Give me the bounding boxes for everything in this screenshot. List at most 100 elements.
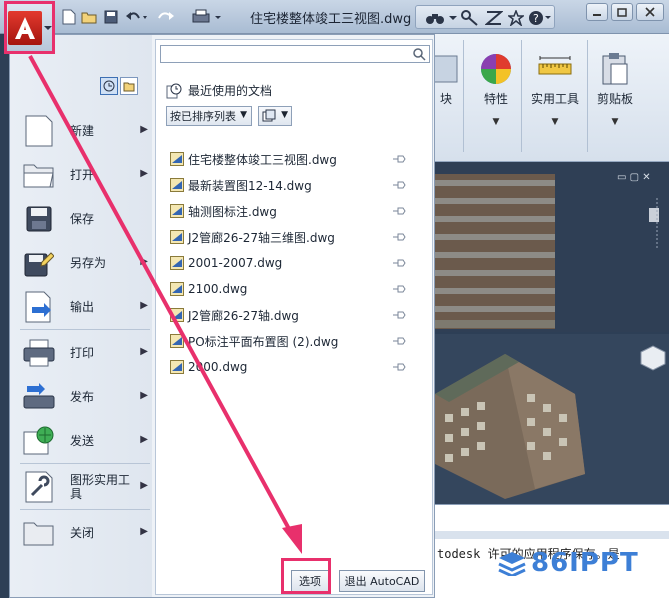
- exchange-icon[interactable]: [484, 9, 504, 27]
- chevron-down-icon[interactable]: ▼: [552, 117, 559, 127]
- recent-file-item[interactable]: J2管廊26-27轴三维图.dwg: [170, 224, 420, 250]
- chevron-down-icon[interactable]: ▼: [493, 117, 500, 127]
- menu-item-export[interactable]: 输出 ▶: [22, 287, 150, 327]
- chevron-down-icon: [43, 25, 52, 30]
- binoculars-icon[interactable]: [424, 9, 446, 27]
- export-icon: [22, 290, 56, 324]
- recent-clock-icon: [166, 83, 182, 98]
- ribbon-panel: 块 特性 ▼ 实用工具 ▼ 剪贴板 ▼: [430, 34, 669, 162]
- chevron-down-icon[interactable]: [448, 9, 458, 27]
- menu-item-print[interactable]: 打印 ▶: [22, 333, 150, 373]
- qat-plot-icon[interactable]: [190, 8, 224, 26]
- recent-file-item[interactable]: 最新装置图12-14.dwg: [170, 172, 420, 198]
- sort-order-dropdown[interactable]: 按已排序列表 ▼: [166, 106, 252, 126]
- clipboard-icon: [602, 53, 628, 85]
- menu-item-drawing-utilities[interactable]: 图形实用工具 ▶: [22, 467, 150, 507]
- chevron-right-icon: ▶: [140, 434, 148, 445]
- dwg-file-icon: [170, 230, 184, 244]
- chevron-right-icon: ▶: [140, 480, 148, 491]
- qat-open-icon[interactable]: [80, 8, 98, 26]
- qat-redo-icon[interactable]: [154, 8, 186, 26]
- pin-icon[interactable]: [392, 258, 406, 268]
- chevron-right-icon: ▶: [140, 124, 148, 135]
- menu-item-new[interactable]: 新建 ▶: [22, 111, 150, 151]
- menu-item-save-as[interactable]: 另存为 ▶: [22, 243, 150, 283]
- pin-icon[interactable]: [392, 336, 406, 346]
- info-center-toolbar: ?: [415, 5, 555, 29]
- pin-icon[interactable]: [392, 206, 406, 216]
- dwg-file-icon: [170, 282, 184, 296]
- recent-file-item[interactable]: J2管廊26-27轴.dwg: [170, 302, 420, 328]
- chevron-right-icon: ▶: [140, 256, 148, 267]
- menu-item-publish[interactable]: 发布 ▶: [22, 377, 150, 417]
- viewport-top-view[interactable]: ▭ ▢ ✕: [435, 162, 669, 332]
- dwg-file-icon: [170, 360, 184, 374]
- chevron-down-icon: ▼: [281, 110, 288, 120]
- pin-icon[interactable]: [392, 232, 406, 242]
- search-icon[interactable]: [412, 47, 426, 61]
- recent-documents-panel: 最近使用的文档 按已排序列表 ▼ ▼ 住宅楼整体竣工三视图.dwg 最新装置图1…: [155, 39, 433, 595]
- recent-documents-header: 最近使用的文档: [166, 82, 272, 99]
- pin-icon[interactable]: [392, 362, 406, 372]
- properties-color-wheel-icon: [481, 54, 511, 84]
- close-window-button[interactable]: [636, 3, 664, 21]
- qat-undo-icon[interactable]: [124, 8, 148, 26]
- recent-file-item[interactable]: 住宅楼整体竣工三视图.dwg: [170, 146, 420, 172]
- menu-item-send[interactable]: 发送 ▶: [22, 421, 150, 461]
- save-as-icon: [22, 246, 56, 280]
- exit-autocad-button[interactable]: 退出 AutoCAD: [339, 570, 425, 592]
- pin-icon[interactable]: [392, 284, 406, 294]
- dwg-file-icon: [170, 152, 184, 166]
- document-title: 住宅楼整体竣工三视图.dwg: [250, 12, 412, 27]
- minimize-button[interactable]: [586, 3, 608, 21]
- options-highlight-box: [281, 558, 331, 594]
- chevron-right-icon: ▶: [140, 300, 148, 311]
- restore-button[interactable]: [611, 3, 633, 21]
- pin-icon[interactable]: [392, 154, 406, 164]
- measure-ruler-icon: [538, 56, 572, 75]
- search-input[interactable]: [161, 46, 401, 62]
- application-menu-button[interactable]: [4, 1, 55, 54]
- recent-file-item[interactable]: 2000.dwg: [170, 354, 420, 380]
- menu-item-save[interactable]: 保存: [22, 199, 150, 239]
- star-icon[interactable]: [506, 9, 526, 27]
- recent-file-item[interactable]: 2100.dwg: [170, 276, 420, 302]
- viewport-isometric-view[interactable]: [435, 334, 669, 504]
- ribbon-group-properties[interactable]: 特性 ▼: [479, 52, 513, 127]
- ribbon-group-utilities[interactable]: 实用工具 ▼: [531, 52, 579, 127]
- menu-item-close[interactable]: 关闭 ▶: [22, 513, 150, 553]
- recent-file-item[interactable]: PO标注平面布置图 (2).dwg: [170, 328, 420, 354]
- qat-save-icon[interactable]: [102, 8, 120, 26]
- recent-documents-toggle-icon[interactable]: [100, 77, 118, 95]
- search-box: [160, 45, 430, 63]
- save-disk-icon: [22, 202, 56, 236]
- send-globe-icon: [22, 424, 56, 458]
- close-folder-icon: [22, 516, 56, 550]
- ribbon-group-clipboard[interactable]: 剪贴板 ▼: [597, 52, 633, 127]
- menu-item-open[interactable]: 打开 ▶: [22, 155, 150, 195]
- icon-view-icon: [262, 109, 276, 122]
- chevron-right-icon: ▶: [140, 168, 148, 179]
- pin-icon[interactable]: [392, 310, 406, 320]
- key-icon[interactable]: [460, 9, 480, 27]
- autocad-logo-icon: [7, 10, 42, 45]
- command-line-bar: [435, 531, 669, 539]
- application-menu-commands: 新建 ▶ 打开 ▶ 保存 另存为 ▶ 输出 ▶ 打印 ▶ 发布 ▶ 发送 ▶ 图…: [10, 35, 152, 597]
- help-icon[interactable]: ?: [528, 9, 552, 27]
- recent-file-item[interactable]: 轴测图标注.dwg: [170, 198, 420, 224]
- chevron-down-icon: ▼: [240, 110, 247, 120]
- building-isometric-drawing: [435, 334, 669, 504]
- qat-new-icon[interactable]: [60, 8, 78, 26]
- publish-icon: [22, 380, 56, 414]
- open-folder-icon: [22, 158, 56, 192]
- open-documents-toggle-icon[interactable]: [120, 77, 138, 95]
- dwg-file-icon: [170, 334, 184, 348]
- printer-icon: [22, 336, 56, 370]
- recent-file-item[interactable]: 2001-2007.dwg: [170, 250, 420, 276]
- recent-view-toggle: [100, 77, 138, 95]
- pin-icon[interactable]: [392, 180, 406, 190]
- display-mode-dropdown[interactable]: ▼: [258, 106, 292, 126]
- dwg-file-icon: [170, 256, 184, 270]
- recent-file-list: 住宅楼整体竣工三视图.dwg 最新装置图12-14.dwg 轴测图标注.dwg …: [170, 146, 420, 380]
- chevron-down-icon[interactable]: ▼: [612, 117, 619, 127]
